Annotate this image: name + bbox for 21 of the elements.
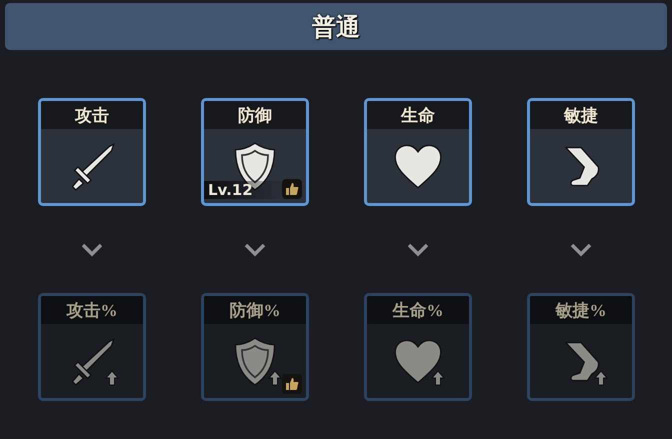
skill-label: 防御% — [230, 300, 280, 322]
skill-label: 攻击 — [75, 104, 109, 126]
skill-label: 敏捷% — [556, 300, 606, 322]
chevron-down-icon — [81, 242, 103, 256]
title-text: 普通 — [312, 12, 360, 42]
skill-label: 攻击% — [66, 300, 118, 322]
chevron-down-icon — [407, 242, 429, 256]
skill-card[interactable]: 攻击 — [38, 98, 146, 206]
skill-label: 生命% — [392, 300, 444, 322]
skill-card[interactable]: 敏捷 — [527, 98, 635, 206]
skill-card[interactable]: 防御 Lv.12 — [201, 98, 309, 206]
skill-card[interactable]: 生命 — [364, 98, 472, 206]
skill-card[interactable]: 攻击% — [38, 293, 146, 401]
skill-card[interactable]: 防御% — [201, 293, 309, 401]
chevron-down-icon — [570, 242, 592, 256]
skill-label: 生命 — [401, 104, 435, 126]
skill-card[interactable]: 生命% — [364, 293, 472, 401]
skill-label: 防御 — [238, 104, 272, 126]
skill-card[interactable]: 敏捷% — [527, 293, 635, 401]
skill-label: 敏捷 — [564, 104, 598, 126]
chevron-down-icon — [244, 242, 266, 256]
